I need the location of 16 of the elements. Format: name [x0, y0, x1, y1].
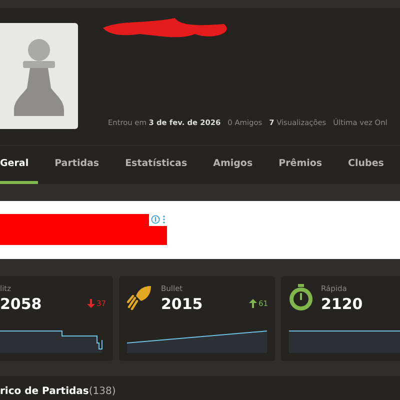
rating-value: 2058	[0, 295, 43, 313]
more-icon[interactable]	[162, 215, 166, 224]
info-icon[interactable]	[151, 215, 160, 224]
profile-tab[interactable]: Partidas	[46, 146, 108, 184]
profile-tab[interactable]: Clubes	[339, 146, 393, 184]
games-count: (138)	[88, 386, 116, 397]
ad-banner[interactable]	[0, 214, 167, 245]
rating-value: 2015	[161, 295, 204, 313]
profile-tab[interactable]: Prêmios	[270, 146, 332, 184]
section-title: rico de Partidas	[0, 386, 89, 397]
rocket-icon	[127, 284, 153, 310]
rating-value: 2120	[321, 295, 364, 313]
stopwatch-icon	[289, 284, 313, 311]
profile-tab[interactable]: Amigos	[204, 146, 262, 184]
profile-tab[interactable]: Estatísticas	[116, 146, 196, 184]
profile-tab[interactable]: Geral	[0, 146, 38, 184]
